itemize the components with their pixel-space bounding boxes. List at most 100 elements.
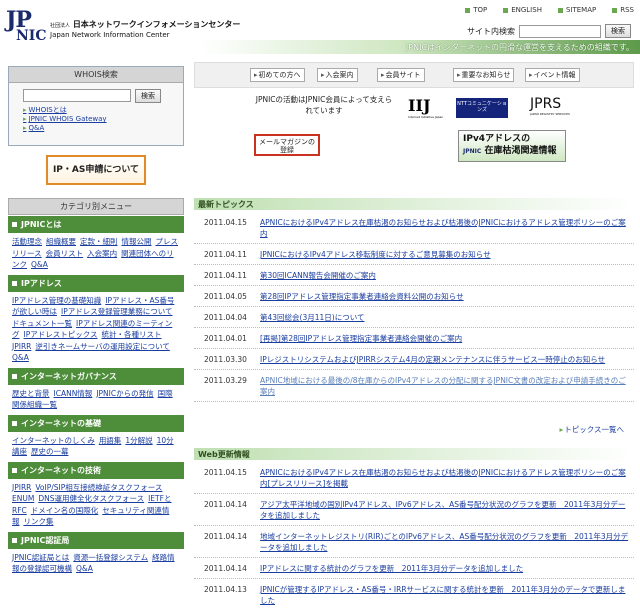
- news-item: 2011.04.14 IPアドレスに関する統計のグラフを更新 2011年3月分デー…: [194, 558, 634, 579]
- news-link[interactable]: JPNICが管理するIPアドレス・AS番号・IRRサービスに関する統計を更新 2…: [260, 579, 634, 608]
- news-link[interactable]: 第43回総会(3月11日)について: [260, 307, 634, 327]
- jpnic-logo[interactable]: JP NIC: [6, 7, 47, 46]
- news-date: 2011.04.04: [204, 313, 247, 322]
- news-date: 2011.04.14: [204, 532, 247, 541]
- iij-logo[interactable]: IIJ Internet Initiative Japan: [408, 96, 443, 119]
- category-heading[interactable]: JPNIC認証局: [8, 530, 184, 549]
- category-link[interactable]: Q&A: [12, 353, 29, 362]
- category-link[interactable]: 定款・細則: [80, 237, 118, 246]
- nav-sitemap[interactable]: SITEMAP: [557, 6, 596, 14]
- category-link[interactable]: DNS運用健全化タスクフォース: [38, 494, 144, 503]
- news-link[interactable]: 第28回IPアドレス管理指定事業者連絡会資料公開のお知らせ: [260, 286, 634, 306]
- whois-title: WHOIS検索: [9, 67, 183, 83]
- news-date: 2011.04.13: [204, 585, 247, 594]
- whois-link-gateway[interactable]: JPNIC WHOIS Gateway: [23, 115, 183, 124]
- whois-link-about[interactable]: WHOISとは: [23, 106, 183, 115]
- category-links: IPアドレス管理の基礎知識 IPアドレス・AS番号が欲しい時は IPアドレス登録管理…: [8, 291, 184, 367]
- category-link[interactable]: IPアドレス管理の基礎知識: [12, 296, 101, 305]
- category-link[interactable]: ドメイン名の国際化: [31, 506, 99, 515]
- category-link[interactable]: VoIP/SIP相互接続検証タスクフォース: [35, 483, 162, 492]
- org-prefix: 社団法人: [50, 23, 71, 29]
- tagline-bar: JPNICはインターネットの円滑な運営を支えるための組織です。: [200, 40, 640, 54]
- category-link[interactable]: 組織概要: [46, 237, 76, 246]
- quick-link-beginners[interactable]: 初めての方へ: [250, 68, 305, 82]
- category-links: 活動理念 組織概要 定款・細則 情報公開 プレスリリース 会員リスト 入会案内 関連団体へのリ…: [8, 233, 184, 274]
- category-link[interactable]: 用語集: [99, 436, 122, 445]
- category-link[interactable]: リンク集: [24, 517, 54, 526]
- quick-links-bar: 初めての方へ 入会案内 会員サイト 重要なお知らせ イベント情報: [194, 62, 634, 88]
- category-section: JPNIC認証局 JPNIC認証局とは 資源一括登録システム 経路情報の登録認可機構 Q…: [8, 530, 184, 578]
- news-date: 2011.04.05: [204, 292, 247, 301]
- category-link[interactable]: 情報公開: [122, 237, 152, 246]
- topics-list-link[interactable]: トピックス一覧へ: [559, 424, 624, 435]
- category-link[interactable]: 資源一括登録システム: [73, 553, 148, 562]
- category-link[interactable]: 活動理念: [12, 237, 42, 246]
- category-link[interactable]: 逆引きネームサーバの運用設定について: [35, 342, 169, 351]
- category-link[interactable]: 歴史と背景: [12, 389, 50, 398]
- category-heading[interactable]: インターネットの技術: [8, 460, 184, 479]
- ntt-logo[interactable]: NTTコミュニケーションズ: [456, 98, 508, 118]
- category-link[interactable]: IPアドレス登録管理業務について: [61, 307, 173, 316]
- category-link[interactable]: JPNICからの発信: [96, 389, 153, 398]
- category-links: JPNIC認証局とは 資源一括登録システム 経路情報の登録認可機構 Q&A: [8, 548, 184, 578]
- org-name: 社団法人 日本ネットワークインフォメーションセンター Japan Network…: [50, 19, 240, 39]
- category-link[interactable]: Q&A: [76, 564, 93, 573]
- news-link[interactable]: アジア太平洋地域の国別IPv4アドレス、IPv6アドレス、AS番号配分状況のグラ…: [260, 494, 634, 525]
- news-link[interactable]: APNICにおけるIPv4アドレス在庫枯渇のお知らせおよび枯渇後のJPNICにお…: [260, 212, 634, 243]
- category-section: インターネットの技術 JPIRR VoIP/SIP相互接続検証タスクフォースENUM…: [8, 460, 184, 531]
- news-link[interactable]: APNIC地域における最後の/8在庫からのIPv4アドレスの分配に関するJPNI…: [260, 370, 634, 401]
- org-name-en: Japan Network Information Center: [50, 31, 170, 39]
- square-bullet-icon: [12, 373, 17, 379]
- quick-link-member-site[interactable]: 会員サイト: [377, 68, 425, 82]
- category-link[interactable]: 歴史の一幕: [31, 447, 69, 456]
- site-search-button[interactable]: 検索: [605, 24, 631, 38]
- news-link[interactable]: IPレジストリシステムおよびJPIRRシステム4月の定期メンテナンスに伴うサービ…: [260, 349, 634, 369]
- news-link[interactable]: JPNICにおけるIPv4アドレス移転制度に対するご意見募集のお知らせ: [260, 244, 634, 264]
- nav-english[interactable]: ENGLISH: [503, 6, 542, 14]
- news-link[interactable]: [再掲]第28回IPアドレス管理指定事業者連絡会開催のご案内: [260, 328, 634, 348]
- ipv4-exhaustion-banner[interactable]: IPv4アドレスの JPNIC 在庫枯渇関連情報: [458, 130, 566, 162]
- quick-link-membership[interactable]: 入会案内: [317, 68, 358, 82]
- category-link[interactable]: IPアドレストピックス: [24, 330, 98, 339]
- category-link[interactable]: 統計・各種リスト: [102, 330, 162, 339]
- mail-magazine-banner[interactable]: メールマガジンの登録: [254, 134, 320, 156]
- category-link[interactable]: 1分解説: [125, 436, 152, 445]
- category-heading[interactable]: JPNICとは: [8, 215, 184, 233]
- category-heading[interactable]: インターネットガバナンス: [8, 366, 184, 385]
- news-link[interactable]: 第30回ICANN報告会開催のご案内: [260, 265, 634, 285]
- nav-top[interactable]: TOP: [465, 6, 487, 14]
- category-link[interactable]: JPIRR: [12, 483, 31, 492]
- category-link[interactable]: 入会案内: [87, 249, 117, 258]
- ip-as-application-banner[interactable]: IP・AS申請について: [46, 155, 146, 185]
- logo-jp: JP: [6, 7, 32, 33]
- news-link[interactable]: IPアドレスに関する統計のグラフを更新 2011年3月分データを追加しました: [260, 558, 634, 578]
- category-heading[interactable]: IPアドレス: [8, 273, 184, 292]
- quick-link-events[interactable]: イベント情報: [525, 68, 580, 82]
- category-link[interactable]: JPIRR: [12, 342, 31, 351]
- jpnic-mini-logo: JPNIC: [463, 148, 482, 155]
- jprs-logo[interactable]: JPRS JAPAN REGISTRY SERVICES: [530, 96, 570, 116]
- news-link[interactable]: 地域インターネットレジストリ(RIR)ごとのIPv6アドレス、AS番号配分状況の…: [260, 526, 634, 557]
- category-link[interactable]: ICANN情報: [54, 389, 93, 398]
- category-section: JPNICとは 活動理念 組織概要 定款・細則 情報公開 プレスリリース 会員リスト 入会案内…: [8, 215, 184, 274]
- whois-search-button[interactable]: 検索: [135, 89, 161, 103]
- category-link[interactable]: ENUM: [12, 494, 34, 503]
- category-link[interactable]: 会員リスト: [46, 249, 84, 258]
- square-bullet-icon: [12, 280, 17, 286]
- category-link[interactable]: インターネットのしくみ: [12, 436, 95, 445]
- category-link[interactable]: Q&A: [31, 260, 48, 269]
- nav-rss[interactable]: RSS: [612, 6, 634, 14]
- quick-link-important[interactable]: 重要なお知らせ: [453, 68, 515, 82]
- category-menu: カテゴリ別メニュー JPNICとは 活動理念 組織概要 定款・細則 情報公開 プレスリリー…: [8, 198, 184, 578]
- whois-link-qa[interactable]: Q&A: [23, 124, 183, 133]
- category-heading[interactable]: インターネットの基礎: [8, 413, 184, 432]
- logo-nic: NIC: [16, 28, 47, 44]
- square-bullet-icon: [557, 7, 563, 13]
- category-links: 歴史と背景 ICANN情報 JPNICからの発信 国際関係組織一覧: [8, 384, 184, 414]
- category-link[interactable]: JPNIC認証局とは: [12, 553, 69, 562]
- org-name-jp: 日本ネットワークインフォメーションセンター: [72, 20, 241, 29]
- site-search-input[interactable]: [519, 24, 601, 38]
- news-link[interactable]: APNICにおけるIPv4アドレス在庫枯渇のお知らせおよび枯渇後のJPNICにお…: [260, 462, 634, 493]
- category-link[interactable]: ドキュメント一覧: [12, 319, 72, 328]
- whois-input[interactable]: [23, 89, 131, 102]
